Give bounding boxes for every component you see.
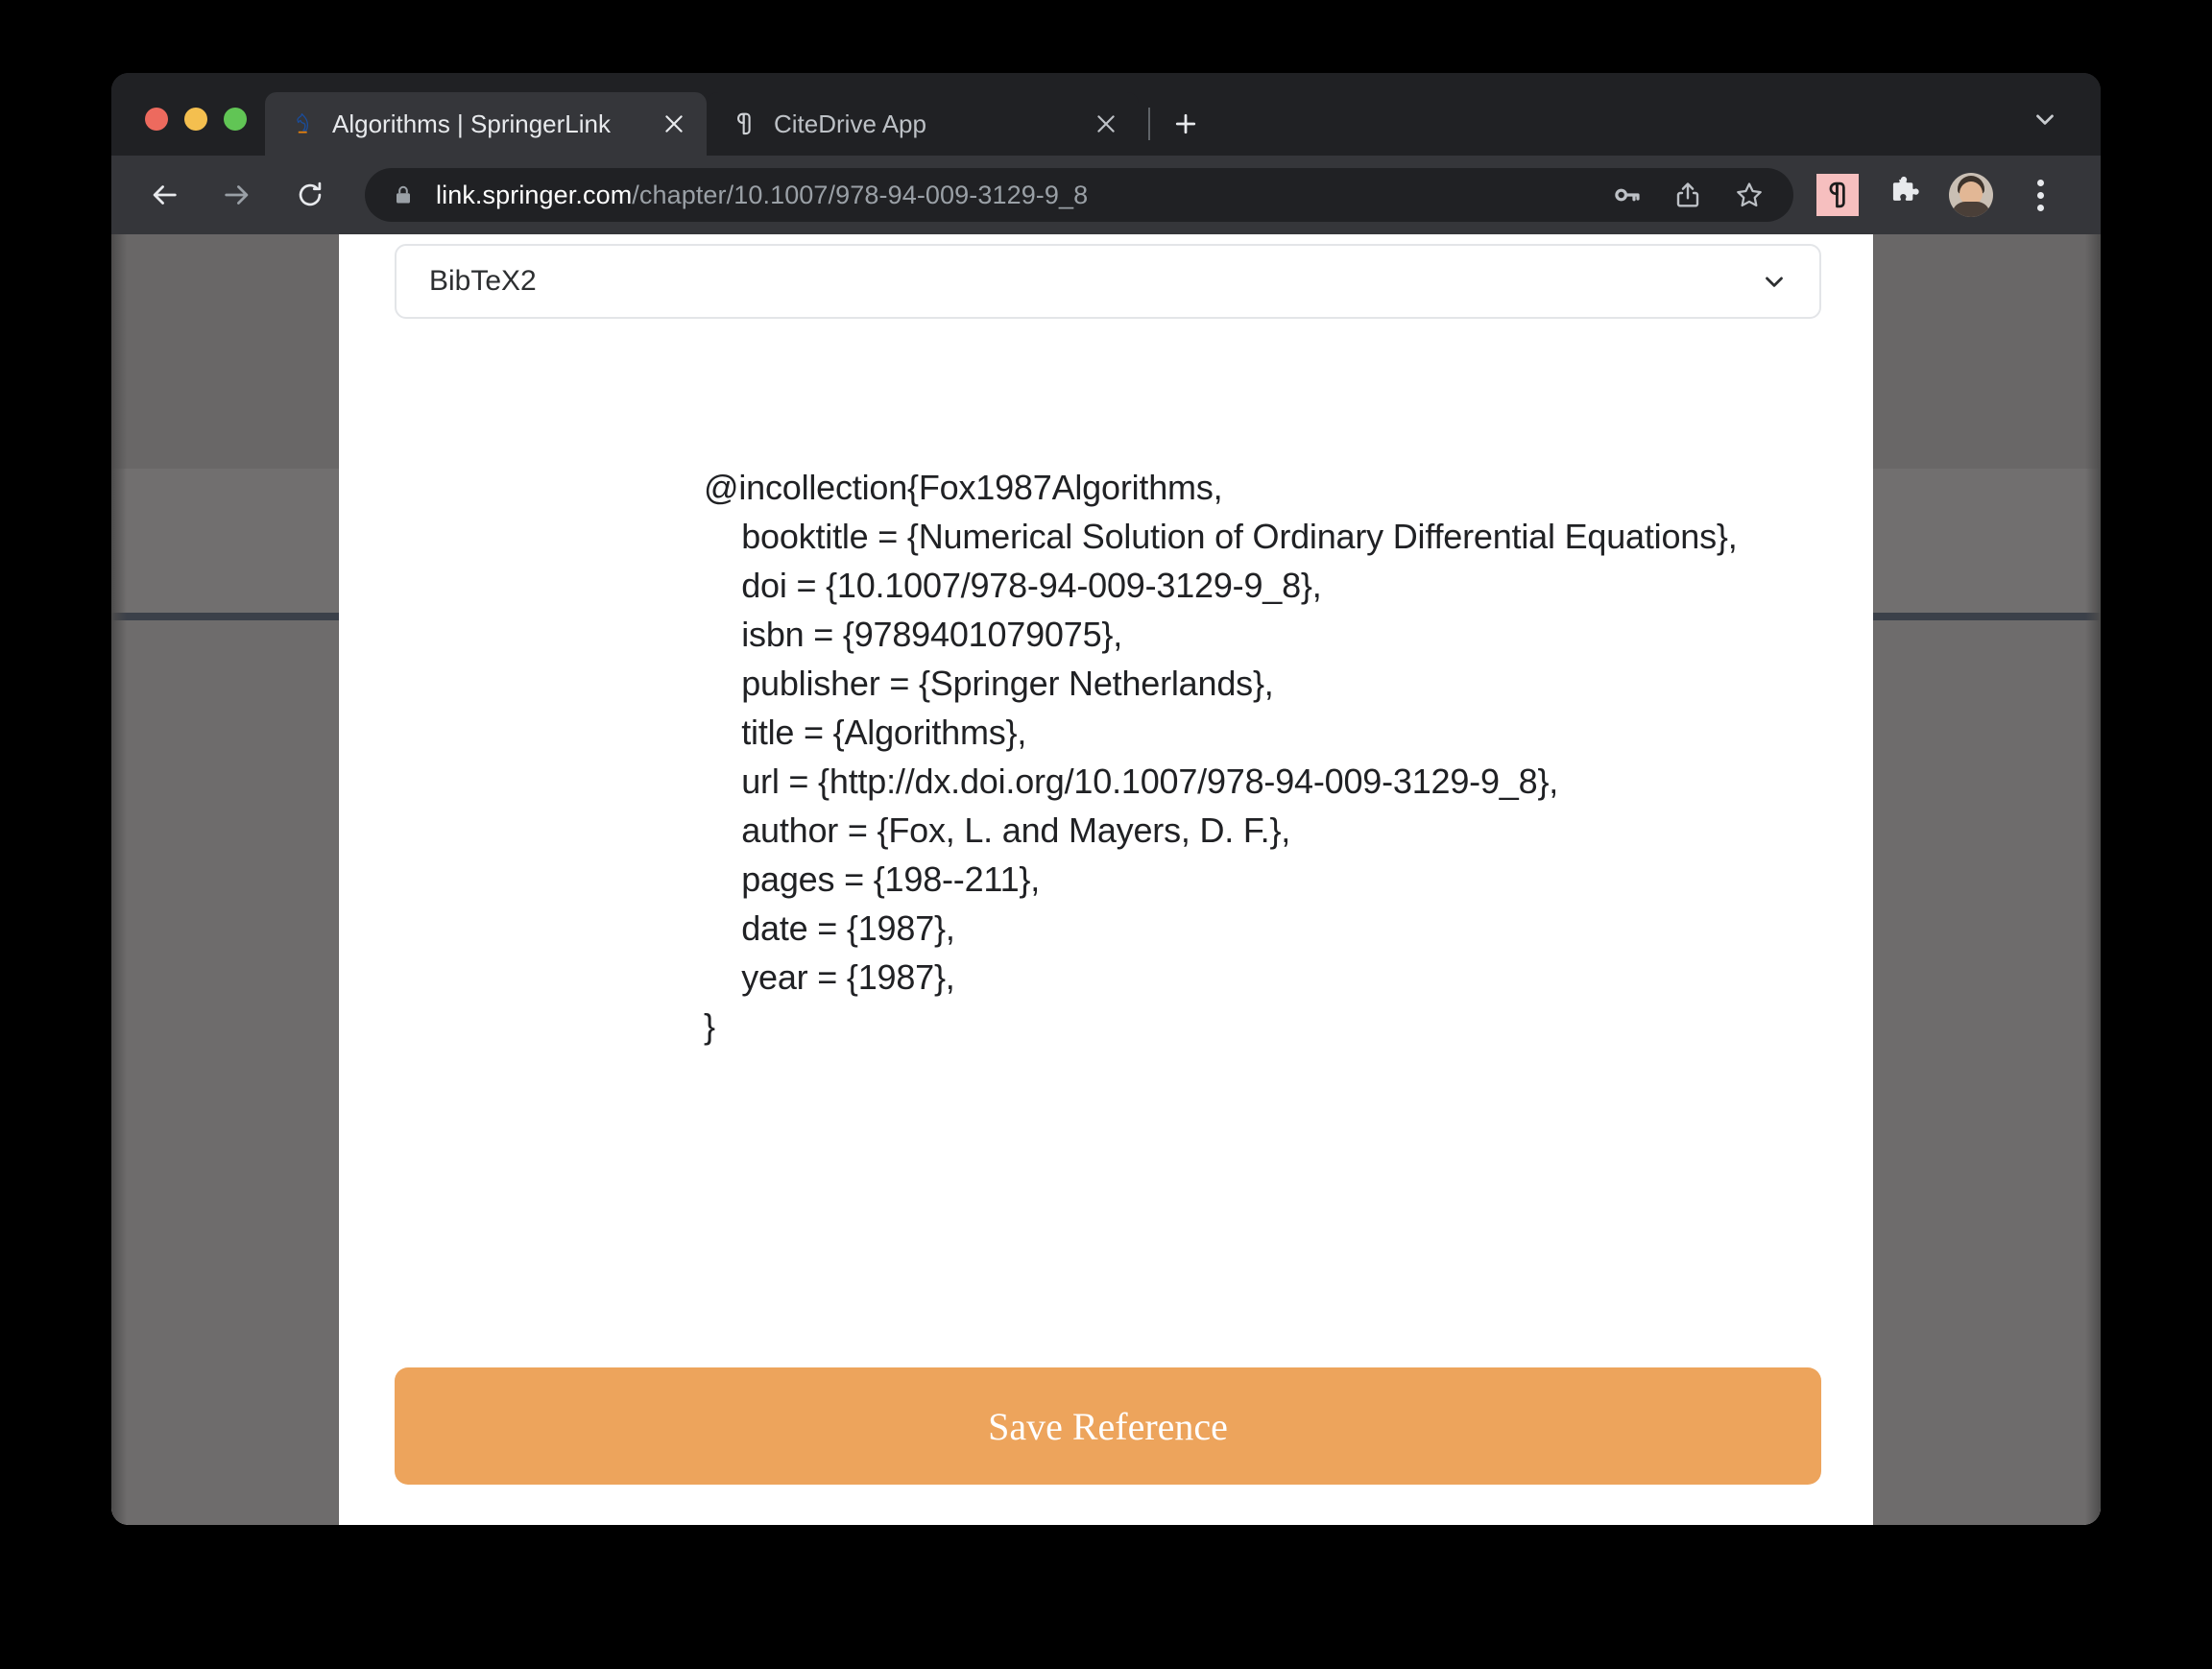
citation-format-select[interactable]: BibTeX2 — [395, 244, 1821, 319]
url-path: /chapter/10.1007/978-94-009-3129-9_8 — [632, 180, 1089, 209]
tab-title: CiteDrive App — [774, 109, 926, 138]
citedrive-monogram-icon — [730, 109, 758, 138]
window-maximize-button[interactable] — [224, 108, 247, 131]
window-traffic-lights — [111, 108, 247, 156]
new-tab-button[interactable] — [1164, 102, 1208, 146]
tab-title: Algorithms | SpringerLink — [332, 109, 611, 138]
save-reference-button[interactable]: Save Reference — [395, 1367, 1821, 1485]
puzzle-extensions-icon[interactable] — [1886, 175, 1922, 216]
tab-strip: Algorithms | SpringerLink CiteDrive App — [111, 73, 2101, 156]
lock-icon[interactable] — [390, 181, 417, 208]
window-minimize-button[interactable] — [184, 108, 207, 131]
tab-close-icon[interactable] — [1091, 109, 1121, 139]
address-bar-url: link.springer.com/chapter/10.1007/978-94… — [436, 181, 1088, 210]
address-bar[interactable]: link.springer.com/chapter/10.1007/978-94… — [365, 168, 1793, 222]
browser-toolbar: link.springer.com/chapter/10.1007/978-94… — [111, 156, 2101, 234]
springer-knight-icon — [288, 109, 317, 138]
page-viewport: BibTeX2 @incollection{Fox1987Algorithms,… — [111, 234, 2101, 1525]
backdrop-edge-right — [2085, 234, 2101, 1525]
url-domain: link.springer.com — [436, 180, 633, 209]
citedrive-extension-icon[interactable] — [1816, 174, 1859, 216]
tab-citedrive-app[interactable]: CiteDrive App — [707, 92, 1139, 156]
toolbar-extension-area — [1816, 173, 2101, 217]
share-icon[interactable] — [1669, 176, 1707, 214]
tab-list-chevron-down-icon[interactable] — [2024, 98, 2066, 140]
window-close-button[interactable] — [145, 108, 168, 131]
backdrop-edge-left — [111, 234, 127, 1525]
forward-arrow-icon[interactable] — [213, 171, 261, 219]
profile-avatar[interactable] — [1949, 173, 1993, 217]
citation-format-value: BibTeX2 — [429, 265, 537, 297]
tab-separator — [1148, 108, 1150, 140]
password-key-icon[interactable] — [1607, 176, 1646, 214]
chevron-down-icon[interactable] — [1758, 265, 1791, 298]
reload-icon[interactable] — [286, 171, 334, 219]
address-bar-actions — [1586, 176, 1768, 214]
bookmark-star-icon[interactable] — [1730, 176, 1768, 214]
citedrive-reference-panel: BibTeX2 @incollection{Fox1987Algorithms,… — [339, 234, 1873, 1525]
bibtex-content[interactable]: @incollection{Fox1987Algorithms, booktit… — [704, 463, 1875, 1051]
browser-menu-icon[interactable] — [2020, 174, 2060, 216]
tab-algorithms-springerlink[interactable]: Algorithms | SpringerLink — [265, 92, 707, 156]
back-arrow-icon[interactable] — [140, 171, 188, 219]
browser-window: Algorithms | SpringerLink CiteDrive App — [111, 73, 2101, 1525]
tab-close-icon[interactable] — [659, 109, 689, 139]
